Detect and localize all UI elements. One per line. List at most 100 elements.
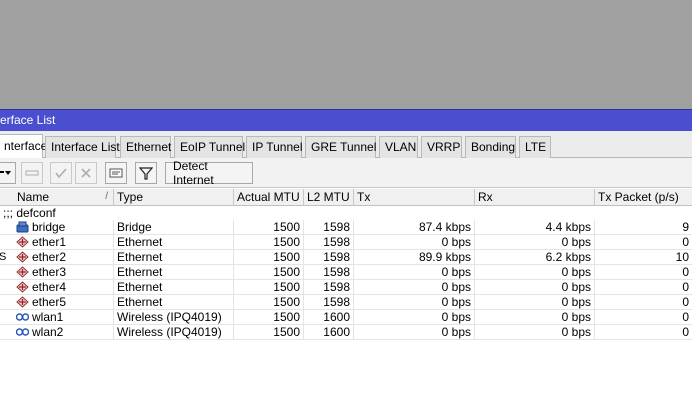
- tab-label: VLAN: [385, 140, 417, 154]
- tab-ip-tunnel[interactable]: IP Tunnel: [246, 136, 302, 158]
- column-label: Tx: [357, 190, 371, 204]
- column-header-rx[interactable]: Rx: [475, 189, 595, 206]
- cell-name: ether4: [14, 280, 114, 295]
- cell-name: ether5: [14, 295, 114, 310]
- cell-l2-mtu: 1598: [304, 250, 354, 265]
- table-row[interactable]: ether1 Ethernet 1500 1598 0 bps 0 bps 0: [0, 235, 692, 250]
- ethernet-icon: [16, 236, 29, 248]
- interface-name: ether2: [32, 250, 67, 264]
- tab-lte[interactable]: LTE: [519, 136, 551, 158]
- cell-tx: 0 bps: [354, 295, 475, 310]
- cell-name: ether1: [14, 235, 114, 250]
- tab-gre-tunnel[interactable]: GRE Tunnel: [305, 136, 376, 158]
- ethernet-icon: [16, 251, 29, 263]
- cell-tx: 0 bps: [354, 265, 475, 280]
- sort-indicator-icon: /: [105, 191, 108, 202]
- cell-tx-packet: 0: [595, 310, 692, 325]
- cell-rx: 0 bps: [475, 280, 595, 295]
- cell-rx: 0 bps: [475, 235, 595, 250]
- cell-rx: 0 bps: [475, 310, 595, 325]
- tab-label: LTE: [525, 140, 547, 154]
- window-title: erface List: [0, 113, 56, 127]
- tab-bonding[interactable]: Bonding: [465, 136, 516, 158]
- cell-l2-mtu: 1600: [304, 325, 354, 340]
- cross-icon: [81, 168, 91, 178]
- cell-tx: 87.4 kbps: [354, 220, 475, 235]
- cell-tx: 0 bps: [354, 325, 475, 340]
- cell-actual-mtu: 1500: [234, 235, 304, 250]
- column-header-name[interactable]: Name /: [14, 189, 114, 206]
- column-label: Actual MTU: [237, 190, 300, 204]
- bridge-icon: [16, 221, 29, 233]
- cell-type: Bridge: [114, 220, 234, 235]
- table-row[interactable]: Sether2 Ethernet 1500 1598 89.9 kbps 6.2 kbps…: [0, 250, 692, 265]
- tab-bar: nterface Interface List Ethernet EoIP Tu…: [0, 131, 692, 159]
- cell-name: ether3: [14, 265, 114, 280]
- cell-l2-mtu: 1600: [304, 310, 354, 325]
- table-row[interactable]: ether5 Ethernet 1500 1598 0 bps 0 bps 0: [0, 295, 692, 310]
- column-header-type[interactable]: Type: [114, 189, 234, 206]
- comment-button[interactable]: [105, 162, 127, 184]
- tab-ethernet[interactable]: Ethernet: [120, 136, 171, 158]
- cell-actual-mtu: 1500: [234, 220, 304, 235]
- cell-type: Wireless (IPQ4019): [114, 310, 234, 325]
- checkmark-icon: [55, 168, 67, 179]
- enable-button[interactable]: [50, 162, 72, 184]
- cell-rx: 4.4 kbps: [475, 220, 595, 235]
- table-row[interactable]: bridge Bridge 1500 1598 87.4 kbps 4.4 kbps 9: [0, 220, 692, 235]
- cell-tx-packet: 0: [595, 280, 692, 295]
- cell-l2-mtu: 1598: [304, 220, 354, 235]
- column-header-l2-mtu[interactable]: L2 MTU: [304, 189, 354, 206]
- tab-label: EoIP Tunnel: [180, 140, 246, 154]
- column-header-tx-packet[interactable]: Tx Packet (p/s): [595, 189, 692, 206]
- cell-l2-mtu: 1598: [304, 265, 354, 280]
- column-header-actual-mtu[interactable]: Actual MTU: [234, 189, 304, 206]
- interface-name: bridge: [32, 220, 66, 234]
- tab-vlan[interactable]: VLAN: [379, 136, 418, 158]
- disable-button[interactable]: [75, 162, 97, 184]
- interface-name: wlan1: [32, 310, 64, 324]
- interface-name: wlan2: [32, 325, 64, 339]
- tab-interface-list[interactable]: Interface List: [45, 136, 120, 158]
- cell-actual-mtu: 1500: [234, 265, 304, 280]
- table-row[interactable]: wlan2 Wireless (IPQ4019) 1500 1600 0 bps 0 bp…: [0, 325, 692, 340]
- detect-internet-button[interactable]: Detect Internet: [165, 159, 253, 187]
- cell-actual-mtu: 1500: [234, 250, 304, 265]
- cell-l2-mtu: 1598: [304, 280, 354, 295]
- column-label: Name: [17, 190, 50, 204]
- cell-tx-packet: 9: [595, 220, 692, 235]
- remove-button[interactable]: [21, 162, 43, 184]
- table-row[interactable]: ether3 Ethernet 1500 1598 0 bps 0 bps 0: [0, 265, 692, 280]
- interface-name: ether5: [32, 295, 67, 309]
- cell-type: Ethernet: [114, 265, 234, 280]
- cell-actual-mtu: 1500: [234, 280, 304, 295]
- interface-name: ether4: [32, 280, 67, 294]
- interface-name: ether1: [32, 235, 67, 249]
- cell-l2-mtu: 1598: [304, 295, 354, 310]
- window-title-bar[interactable]: erface List: [0, 109, 692, 131]
- add-dropdown-button[interactable]: [0, 162, 16, 184]
- table-header: Name / Type Actual MTU L2 MTU Tx Rx Tx P…: [0, 189, 692, 206]
- column-label: Type: [117, 190, 144, 204]
- cell-tx: 0 bps: [354, 310, 475, 325]
- filter-icon: [139, 167, 153, 180]
- chevron-down-icon: [0, 171, 11, 175]
- cell-actual-mtu: 1500: [234, 295, 304, 310]
- cell-name: ether2: [14, 250, 114, 265]
- table-row[interactable]: wlan1 Wireless (IPQ4019) 1500 1600 0 bps 0 bp…: [0, 310, 692, 325]
- filter-button[interactable]: [135, 162, 157, 184]
- column-header-tx[interactable]: Tx: [354, 189, 475, 206]
- tab-label: VRRP: [427, 140, 461, 154]
- tab-label: Interface List: [51, 140, 120, 154]
- table-row[interactable]: ether4 Ethernet 1500 1598 0 bps 0 bps 0: [0, 280, 692, 295]
- ethernet-icon: [16, 266, 29, 278]
- cell-type: Ethernet: [114, 235, 234, 250]
- tab-label: Ethernet: [126, 140, 172, 154]
- cell-l2-mtu: 1598: [304, 235, 354, 250]
- tab-eoip-tunnel[interactable]: EoIP Tunnel: [174, 136, 246, 158]
- tab-vrrp[interactable]: VRRP: [421, 136, 462, 158]
- cell-tx-packet: 0: [595, 235, 692, 250]
- comment-icon: [109, 168, 123, 178]
- tab-interface[interactable]: nterface: [0, 134, 47, 159]
- comment-text: ;;; defconf: [3, 206, 56, 220]
